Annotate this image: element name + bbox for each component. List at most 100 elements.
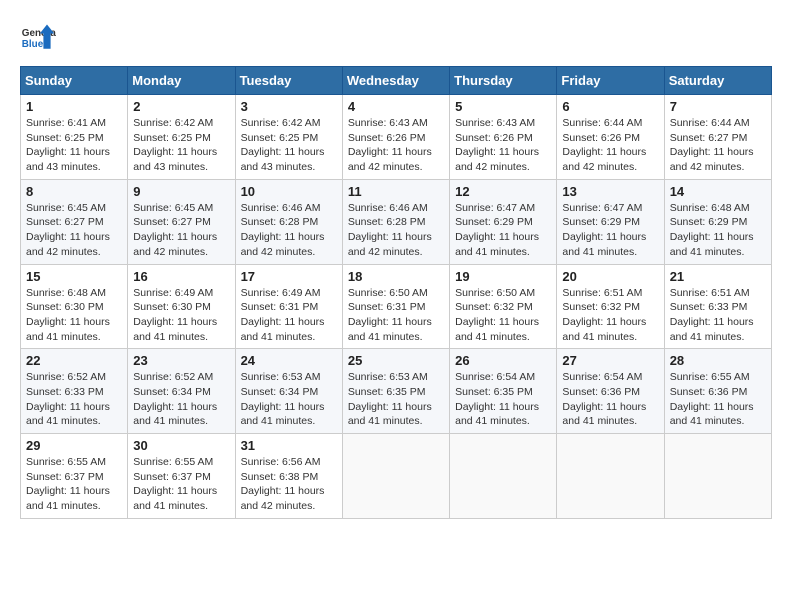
day-info: Sunrise: 6:52 AM Sunset: 6:33 PM Dayligh…	[26, 370, 122, 429]
day-number: 11	[348, 184, 444, 199]
day-number: 29	[26, 438, 122, 453]
day-info: Sunrise: 6:43 AM Sunset: 6:26 PM Dayligh…	[455, 116, 551, 175]
day-number: 13	[562, 184, 658, 199]
day-number: 20	[562, 269, 658, 284]
day-number: 2	[133, 99, 229, 114]
day-number: 30	[133, 438, 229, 453]
day-number: 1	[26, 99, 122, 114]
day-info: Sunrise: 6:47 AM Sunset: 6:29 PM Dayligh…	[455, 201, 551, 260]
day-info: Sunrise: 6:43 AM Sunset: 6:26 PM Dayligh…	[348, 116, 444, 175]
calendar-cell: 8 Sunrise: 6:45 AM Sunset: 6:27 PM Dayli…	[21, 179, 128, 264]
column-header-monday: Monday	[128, 67, 235, 95]
day-info: Sunrise: 6:41 AM Sunset: 6:25 PM Dayligh…	[26, 116, 122, 175]
calendar-cell: 23 Sunrise: 6:52 AM Sunset: 6:34 PM Dayl…	[128, 349, 235, 434]
column-header-wednesday: Wednesday	[342, 67, 449, 95]
calendar-cell: 7 Sunrise: 6:44 AM Sunset: 6:27 PM Dayli…	[664, 95, 771, 180]
calendar-cell: 2 Sunrise: 6:42 AM Sunset: 6:25 PM Dayli…	[128, 95, 235, 180]
generalblue-logo-icon: General Blue	[20, 20, 56, 56]
day-info: Sunrise: 6:42 AM Sunset: 6:25 PM Dayligh…	[241, 116, 337, 175]
day-info: Sunrise: 6:48 AM Sunset: 6:29 PM Dayligh…	[670, 201, 766, 260]
calendar-cell: 29 Sunrise: 6:55 AM Sunset: 6:37 PM Dayl…	[21, 434, 128, 519]
day-number: 8	[26, 184, 122, 199]
calendar-cell: 20 Sunrise: 6:51 AM Sunset: 6:32 PM Dayl…	[557, 264, 664, 349]
day-number: 17	[241, 269, 337, 284]
day-number: 18	[348, 269, 444, 284]
calendar-cell: 31 Sunrise: 6:56 AM Sunset: 6:38 PM Dayl…	[235, 434, 342, 519]
day-info: Sunrise: 6:51 AM Sunset: 6:33 PM Dayligh…	[670, 286, 766, 345]
calendar-week-row: 22 Sunrise: 6:52 AM Sunset: 6:33 PM Dayl…	[21, 349, 772, 434]
day-number: 3	[241, 99, 337, 114]
calendar-cell: 22 Sunrise: 6:52 AM Sunset: 6:33 PM Dayl…	[21, 349, 128, 434]
calendar-cell: 9 Sunrise: 6:45 AM Sunset: 6:27 PM Dayli…	[128, 179, 235, 264]
day-number: 5	[455, 99, 551, 114]
calendar-cell: 4 Sunrise: 6:43 AM Sunset: 6:26 PM Dayli…	[342, 95, 449, 180]
calendar-week-row: 8 Sunrise: 6:45 AM Sunset: 6:27 PM Dayli…	[21, 179, 772, 264]
day-number: 28	[670, 353, 766, 368]
calendar-cell: 17 Sunrise: 6:49 AM Sunset: 6:31 PM Dayl…	[235, 264, 342, 349]
day-info: Sunrise: 6:53 AM Sunset: 6:35 PM Dayligh…	[348, 370, 444, 429]
day-info: Sunrise: 6:54 AM Sunset: 6:36 PM Dayligh…	[562, 370, 658, 429]
day-number: 21	[670, 269, 766, 284]
day-info: Sunrise: 6:51 AM Sunset: 6:32 PM Dayligh…	[562, 286, 658, 345]
calendar-cell: 14 Sunrise: 6:48 AM Sunset: 6:29 PM Dayl…	[664, 179, 771, 264]
day-number: 14	[670, 184, 766, 199]
calendar-cell: 16 Sunrise: 6:49 AM Sunset: 6:30 PM Dayl…	[128, 264, 235, 349]
day-info: Sunrise: 6:44 AM Sunset: 6:26 PM Dayligh…	[562, 116, 658, 175]
day-info: Sunrise: 6:55 AM Sunset: 6:37 PM Dayligh…	[26, 455, 122, 514]
day-info: Sunrise: 6:42 AM Sunset: 6:25 PM Dayligh…	[133, 116, 229, 175]
calendar-week-row: 29 Sunrise: 6:55 AM Sunset: 6:37 PM Dayl…	[21, 434, 772, 519]
day-number: 19	[455, 269, 551, 284]
page-header: General Blue	[20, 20, 772, 56]
calendar-week-row: 15 Sunrise: 6:48 AM Sunset: 6:30 PM Dayl…	[21, 264, 772, 349]
day-number: 22	[26, 353, 122, 368]
day-info: Sunrise: 6:53 AM Sunset: 6:34 PM Dayligh…	[241, 370, 337, 429]
calendar-cell: 21 Sunrise: 6:51 AM Sunset: 6:33 PM Dayl…	[664, 264, 771, 349]
calendar-cell: 25 Sunrise: 6:53 AM Sunset: 6:35 PM Dayl…	[342, 349, 449, 434]
day-number: 15	[26, 269, 122, 284]
calendar-cell: 3 Sunrise: 6:42 AM Sunset: 6:25 PM Dayli…	[235, 95, 342, 180]
day-info: Sunrise: 6:54 AM Sunset: 6:35 PM Dayligh…	[455, 370, 551, 429]
calendar-cell: 10 Sunrise: 6:46 AM Sunset: 6:28 PM Dayl…	[235, 179, 342, 264]
day-info: Sunrise: 6:55 AM Sunset: 6:36 PM Dayligh…	[670, 370, 766, 429]
calendar-table: SundayMondayTuesdayWednesdayThursdayFrid…	[20, 66, 772, 519]
calendar-cell: 11 Sunrise: 6:46 AM Sunset: 6:28 PM Dayl…	[342, 179, 449, 264]
column-header-thursday: Thursday	[450, 67, 557, 95]
day-number: 25	[348, 353, 444, 368]
day-number: 16	[133, 269, 229, 284]
calendar-week-row: 1 Sunrise: 6:41 AM Sunset: 6:25 PM Dayli…	[21, 95, 772, 180]
day-number: 31	[241, 438, 337, 453]
calendar-cell: 18 Sunrise: 6:50 AM Sunset: 6:31 PM Dayl…	[342, 264, 449, 349]
calendar-cell: 1 Sunrise: 6:41 AM Sunset: 6:25 PM Dayli…	[21, 95, 128, 180]
day-info: Sunrise: 6:47 AM Sunset: 6:29 PM Dayligh…	[562, 201, 658, 260]
day-info: Sunrise: 6:46 AM Sunset: 6:28 PM Dayligh…	[348, 201, 444, 260]
calendar-cell: 6 Sunrise: 6:44 AM Sunset: 6:26 PM Dayli…	[557, 95, 664, 180]
day-info: Sunrise: 6:52 AM Sunset: 6:34 PM Dayligh…	[133, 370, 229, 429]
day-info: Sunrise: 6:45 AM Sunset: 6:27 PM Dayligh…	[26, 201, 122, 260]
column-header-saturday: Saturday	[664, 67, 771, 95]
calendar-cell: 13 Sunrise: 6:47 AM Sunset: 6:29 PM Dayl…	[557, 179, 664, 264]
calendar-cell	[342, 434, 449, 519]
calendar-cell: 28 Sunrise: 6:55 AM Sunset: 6:36 PM Dayl…	[664, 349, 771, 434]
calendar-cell: 27 Sunrise: 6:54 AM Sunset: 6:36 PM Dayl…	[557, 349, 664, 434]
day-number: 26	[455, 353, 551, 368]
day-info: Sunrise: 6:56 AM Sunset: 6:38 PM Dayligh…	[241, 455, 337, 514]
svg-text:Blue: Blue	[22, 39, 44, 50]
calendar-cell: 15 Sunrise: 6:48 AM Sunset: 6:30 PM Dayl…	[21, 264, 128, 349]
logo: General Blue	[20, 20, 56, 56]
calendar-cell: 5 Sunrise: 6:43 AM Sunset: 6:26 PM Dayli…	[450, 95, 557, 180]
calendar-cell	[557, 434, 664, 519]
day-info: Sunrise: 6:45 AM Sunset: 6:27 PM Dayligh…	[133, 201, 229, 260]
calendar-cell: 19 Sunrise: 6:50 AM Sunset: 6:32 PM Dayl…	[450, 264, 557, 349]
calendar-cell	[664, 434, 771, 519]
calendar-cell: 26 Sunrise: 6:54 AM Sunset: 6:35 PM Dayl…	[450, 349, 557, 434]
calendar-cell: 30 Sunrise: 6:55 AM Sunset: 6:37 PM Dayl…	[128, 434, 235, 519]
day-number: 24	[241, 353, 337, 368]
day-number: 6	[562, 99, 658, 114]
day-info: Sunrise: 6:50 AM Sunset: 6:31 PM Dayligh…	[348, 286, 444, 345]
calendar-header-row: SundayMondayTuesdayWednesdayThursdayFrid…	[21, 67, 772, 95]
calendar-cell: 12 Sunrise: 6:47 AM Sunset: 6:29 PM Dayl…	[450, 179, 557, 264]
day-number: 10	[241, 184, 337, 199]
column-header-sunday: Sunday	[21, 67, 128, 95]
day-info: Sunrise: 6:55 AM Sunset: 6:37 PM Dayligh…	[133, 455, 229, 514]
day-info: Sunrise: 6:46 AM Sunset: 6:28 PM Dayligh…	[241, 201, 337, 260]
